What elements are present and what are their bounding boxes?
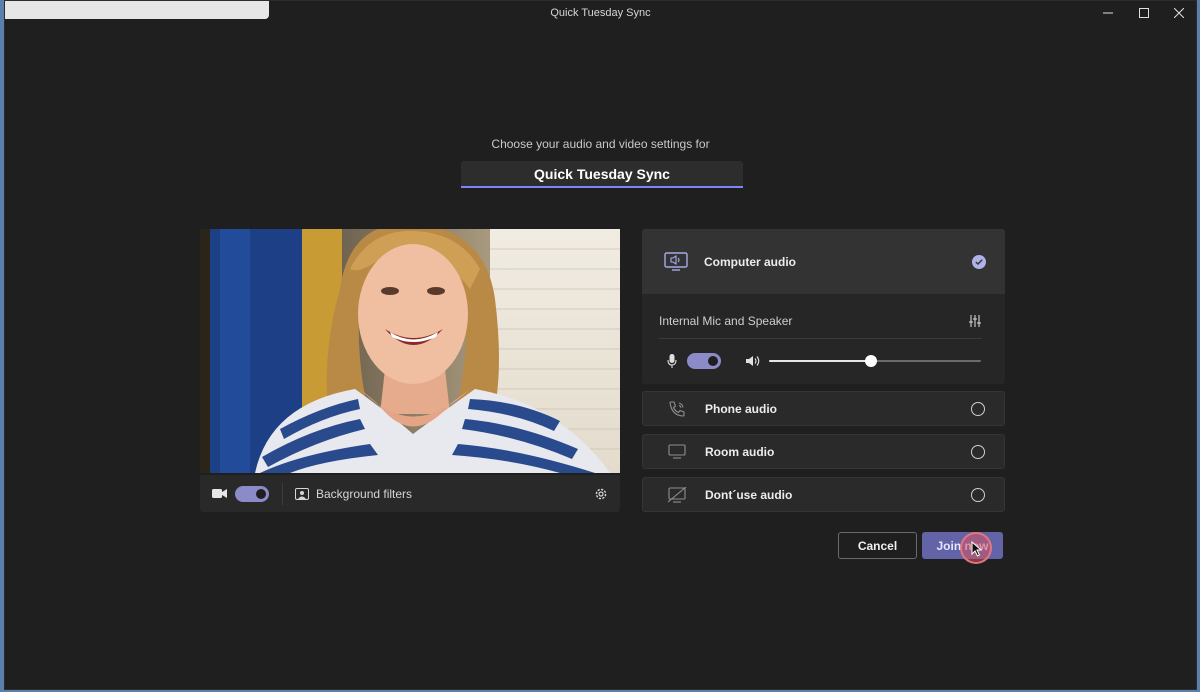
minimize-button[interactable] xyxy=(1090,1,1126,25)
computer-audio-icon xyxy=(662,251,690,272)
phone-audio-label: Phone audio xyxy=(705,401,777,416)
speaker-icon xyxy=(746,355,761,367)
divider xyxy=(282,482,283,505)
background-effects-icon xyxy=(295,487,309,500)
audio-device-row[interactable]: Internal Mic and Speaker xyxy=(659,304,982,339)
slider-fill xyxy=(769,360,871,362)
computer-audio-settings: Internal Mic and Speaker xyxy=(642,294,1005,384)
video-preview xyxy=(200,229,620,473)
computer-audio-label: Computer audio xyxy=(704,254,796,269)
microphone-icon xyxy=(667,354,677,368)
audio-controls-row xyxy=(667,349,982,373)
cancel-button[interactable]: Cancel xyxy=(838,532,917,559)
close-button[interactable] xyxy=(1161,1,1196,25)
maximize-icon xyxy=(1139,8,1149,18)
camera-toggle[interactable] xyxy=(235,485,269,502)
speaker-volume-slider[interactable] xyxy=(769,355,981,367)
title-bar: Quick Tuesday Sync xyxy=(5,1,1196,27)
selected-check-icon xyxy=(972,254,986,269)
phone-audio-option[interactable]: Phone audio xyxy=(642,391,1005,426)
window-title: Quick Tuesday Sync xyxy=(550,7,651,19)
maximize-button[interactable] xyxy=(1126,1,1162,25)
join-now-button[interactable]: Join now xyxy=(922,532,1003,559)
background-filters-button[interactable]: Background filters xyxy=(295,487,412,501)
no-audio-icon xyxy=(663,486,691,503)
gear-icon xyxy=(595,488,607,499)
room-audio-radio[interactable] xyxy=(971,444,985,459)
meeting-name-field[interactable]: Quick Tuesday Sync xyxy=(461,161,743,188)
background-filters-label: Background filters xyxy=(316,486,413,501)
room-audio-option[interactable]: Room audio xyxy=(642,434,1005,469)
computer-audio-option[interactable]: Computer audio xyxy=(642,229,1005,294)
device-settings-button[interactable] xyxy=(594,487,608,501)
camera-preview-image xyxy=(200,229,620,473)
no-audio-label: Dont´use audio xyxy=(705,487,793,502)
slider-thumb[interactable] xyxy=(864,355,877,367)
phone-audio-radio[interactable] xyxy=(971,401,985,416)
minimize-icon xyxy=(1103,12,1113,14)
toggle-knob xyxy=(256,488,266,499)
video-controls-bar: Background filters xyxy=(200,475,620,512)
room-audio-label: Room audio xyxy=(705,444,775,459)
no-audio-radio[interactable] xyxy=(971,487,985,502)
audio-device-name: Internal Mic and Speaker xyxy=(659,314,793,328)
prejoin-prompt: Choose your audio and video settings for xyxy=(491,137,710,151)
teams-prejoin-window: Quick Tuesday Sync Choose your audio and… xyxy=(4,0,1197,690)
no-audio-option[interactable]: Dont´use audio xyxy=(642,477,1005,512)
monitor-icon xyxy=(663,443,691,460)
phone-icon xyxy=(663,400,691,418)
toggle-knob xyxy=(708,356,718,366)
audio-tune-icon[interactable] xyxy=(968,315,982,327)
microphone-toggle[interactable] xyxy=(687,353,721,369)
close-icon xyxy=(1174,8,1184,18)
camera-toggle-group xyxy=(212,485,269,502)
camera-icon xyxy=(212,489,227,498)
